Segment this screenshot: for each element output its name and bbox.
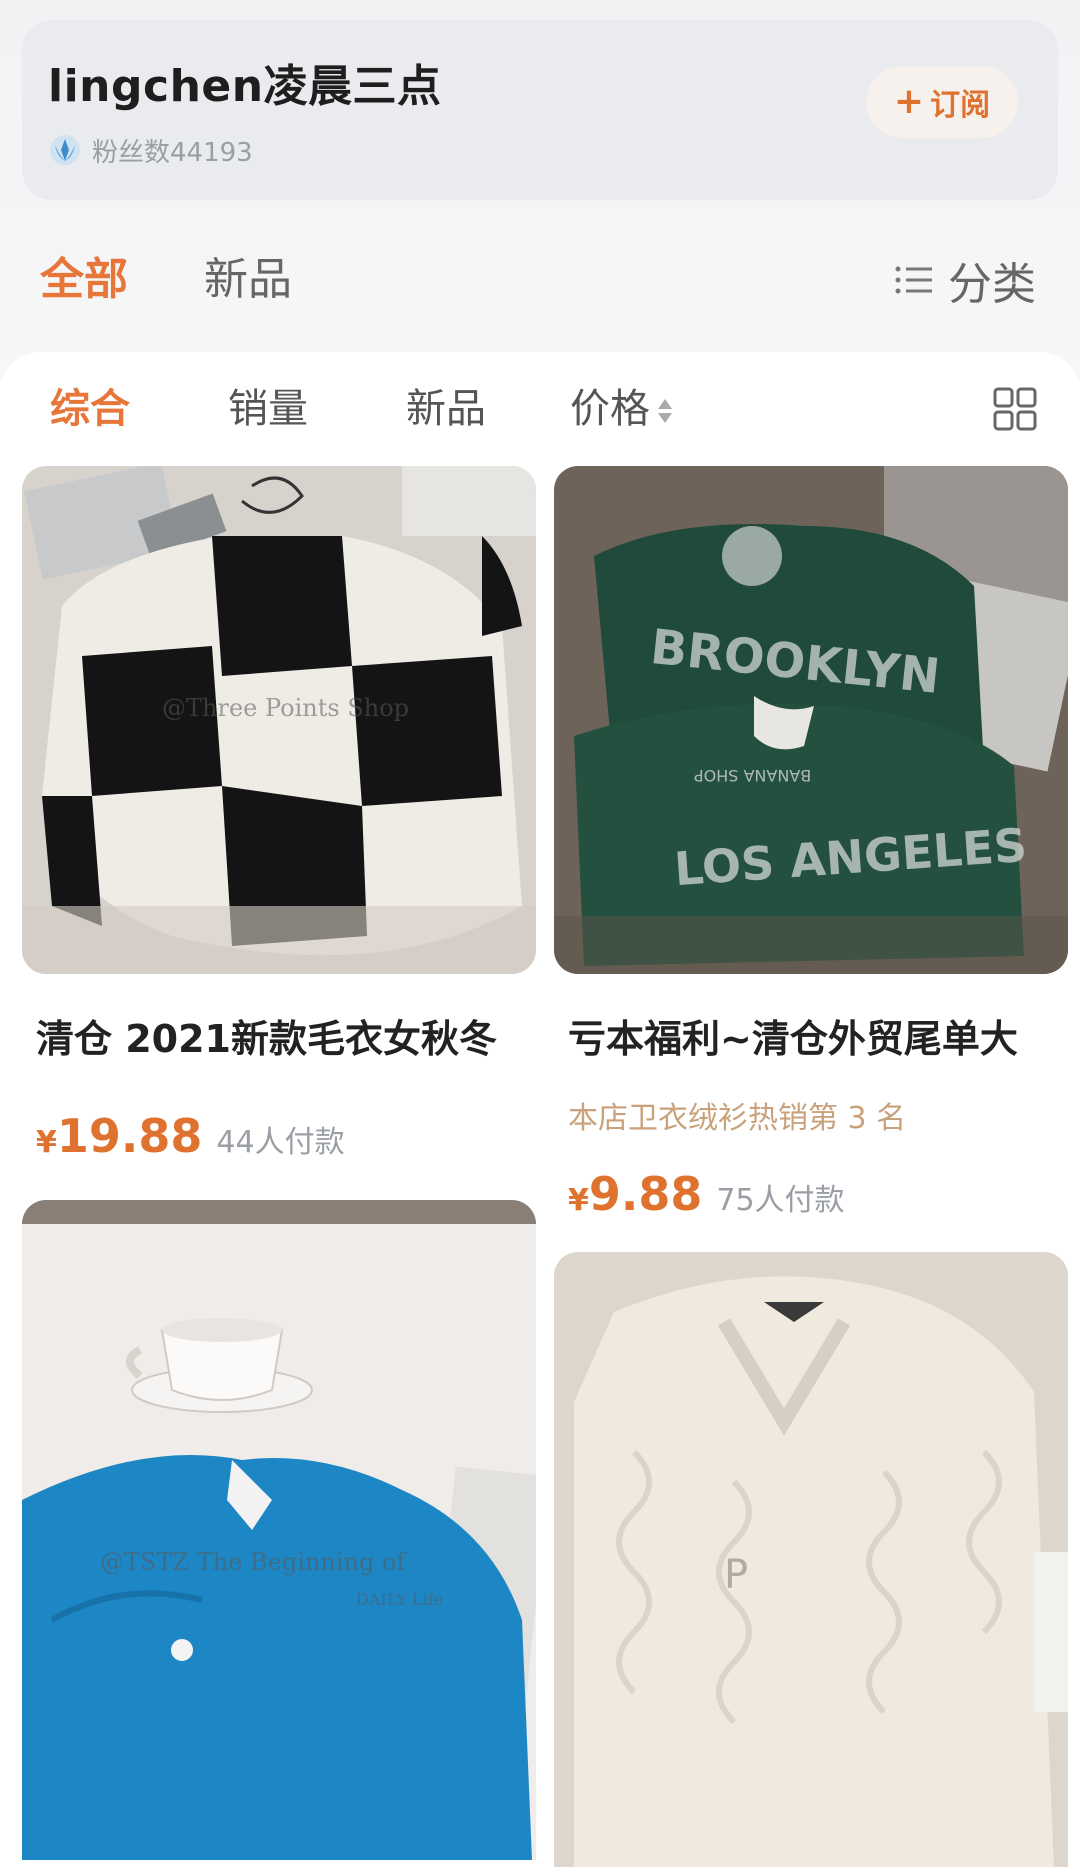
- blue-cardigan-photo: [22, 1200, 536, 1860]
- currency-symbol: ¥: [36, 1125, 57, 1160]
- sort-comprehensive[interactable]: 综合: [50, 364, 130, 454]
- product-rank-tag: 本店卫衣绒衫热销第 3 名: [568, 1101, 907, 1136]
- sort-price[interactable]: 价格: [570, 364, 672, 454]
- image-watermark: P: [724, 1552, 749, 1598]
- product-price: ¥19.88: [36, 1109, 202, 1163]
- tab-new[interactable]: 新品: [204, 240, 292, 320]
- subscribe-label: 订阅: [930, 88, 991, 123]
- image-watermark: @TSTZ The Beginning of: [100, 1548, 406, 1576]
- sort-bar: 综合 销量 新品 价格: [0, 364, 1080, 454]
- shop-tabs: 全部 新品 分类: [0, 240, 1080, 320]
- fans-count: 粉丝数44193: [92, 137, 253, 168]
- currency-symbol: ¥: [568, 1183, 589, 1218]
- product-image[interactable]: P: [554, 1252, 1068, 1867]
- sort-sales[interactable]: 销量: [228, 364, 308, 454]
- plus-icon: +: [893, 81, 925, 122]
- price-value: 9.88: [588, 1167, 703, 1221]
- image-watermark-2: DAILY Life: [356, 1590, 444, 1609]
- product-title: 清仓 2021新款毛衣女秋冬: [36, 1017, 497, 1061]
- sort-price-label: 价格: [570, 386, 650, 432]
- category-button[interactable]: 分类: [894, 240, 1036, 320]
- product-image[interactable]: @TSTZ The Beginning of DAILY Life: [22, 1200, 536, 1860]
- product-price: ¥9.88: [568, 1167, 702, 1221]
- fans-row: 粉丝数44193: [48, 130, 253, 170]
- product-card[interactable]: BROOKLYN BANANA SHOP LOS ANGELES 亏本福利~清仓…: [554, 466, 1068, 1221]
- print-banana-shop: BANANA SHOP: [694, 766, 812, 785]
- image-watermark: @Three Points Shop: [162, 694, 410, 722]
- price-row: ¥19.88 44人付款: [36, 1109, 536, 1163]
- tab-all[interactable]: 全部: [40, 240, 128, 320]
- product-card[interactable]: @TSTZ The Beginning of DAILY Life: [22, 1200, 536, 1860]
- green-sweatshirt-photo: [554, 466, 1068, 974]
- price-row: ¥9.88 75人付款: [568, 1167, 1068, 1221]
- product-card[interactable]: P: [554, 1252, 1068, 1867]
- category-label: 分类: [948, 259, 1036, 310]
- shop-name: lingchen凌晨三点: [48, 61, 442, 112]
- cream-sweater-photo: [554, 1252, 1068, 1867]
- shop-badge-icon: [50, 135, 80, 165]
- shop-page: lingchen凌晨三点 粉丝数44193 + 订阅 全部 新品 分类 综合 销…: [0, 0, 1080, 1867]
- product-title: 亏本福利~清仓外贸尾单大: [568, 1017, 1018, 1061]
- paid-count: 44人付款: [216, 1125, 345, 1160]
- shop-info-card: lingchen凌晨三点 粉丝数44193 + 订阅: [22, 20, 1058, 200]
- product-card[interactable]: @Three Points Shop 清仓 2021新款毛衣女秋冬 ¥19.88…: [22, 466, 536, 1163]
- sort-arrows-icon: [658, 397, 672, 425]
- product-image[interactable]: @Three Points Shop: [22, 466, 536, 974]
- grid-view-icon[interactable]: [992, 386, 1038, 432]
- subscribe-button[interactable]: + 订阅: [866, 66, 1018, 138]
- product-image[interactable]: BROOKLYN BANANA SHOP LOS ANGELES: [554, 466, 1068, 974]
- paid-count: 75人付款: [716, 1183, 845, 1218]
- price-value: 19.88: [56, 1109, 203, 1163]
- sort-new[interactable]: 新品: [406, 364, 486, 454]
- list-icon: [895, 266, 932, 294]
